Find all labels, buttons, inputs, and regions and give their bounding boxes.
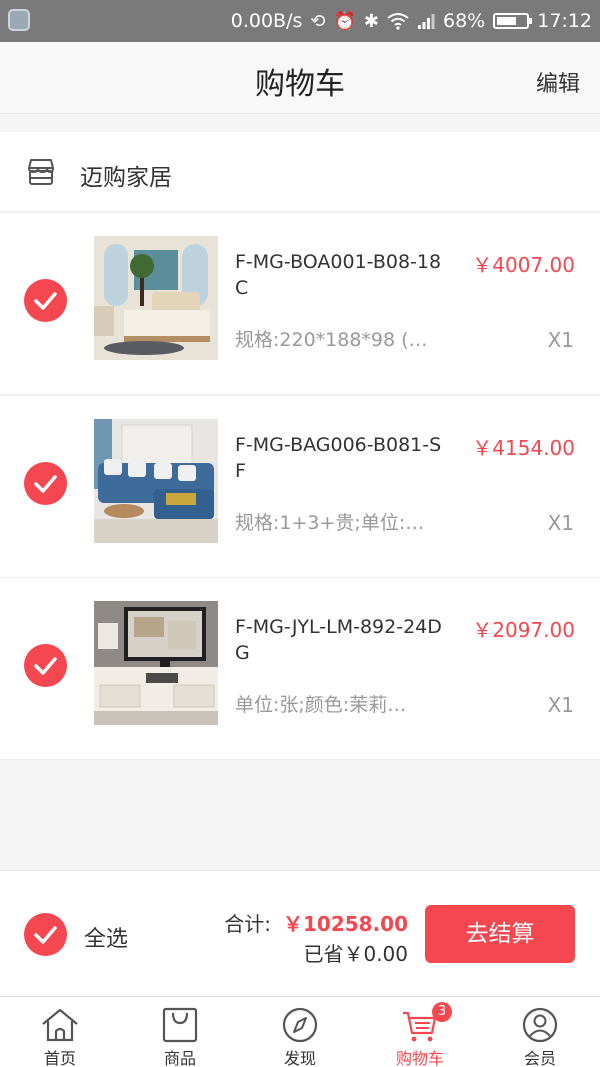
checkout-button[interactable]: 去结算 — [425, 905, 575, 963]
bluetooth-icon: ✱ — [363, 10, 379, 32]
battery-percent: 68% — [443, 10, 486, 32]
product-name[interactable]: F-MG-JYL-LM-892-24DG — [235, 614, 445, 666]
checkmark-icon — [34, 475, 57, 493]
user-icon — [522, 1007, 558, 1043]
item-checkbox[interactable] — [24, 462, 67, 505]
page-title: 购物车 — [255, 67, 345, 102]
checkout-bar: 全选 合计: ￥10258.00 已省￥0.00 去结算 — [0, 870, 600, 996]
tab-discover[interactable]: 发现 — [240, 997, 360, 1067]
home-icon — [42, 1008, 78, 1042]
edit-button[interactable]: 编辑 — [536, 66, 580, 98]
tab-label: 购物车 — [395, 1049, 444, 1067]
tab-label: 首页 — [43, 1049, 76, 1067]
product-price: ￥4007.00 — [472, 253, 575, 277]
wifi-icon — [387, 13, 409, 30]
product-quantity: X1 — [547, 328, 574, 352]
cart-item[interactable]: F-MG-JYL-LM-892-24DG ￥2097.00 单位:张;颜色:茉莉… — [0, 578, 600, 760]
product-image[interactable] — [94, 601, 218, 725]
tab-label: 商品 — [163, 1049, 196, 1067]
total-amount: ￥10258.00 — [282, 912, 408, 936]
product-image[interactable] — [94, 236, 218, 360]
tab-label: 会员 — [523, 1049, 556, 1067]
network-speed: 0.00B/s — [230, 10, 303, 32]
rotation-lock-icon: ⟲ — [310, 10, 326, 32]
bottom-nav: 首页 商品 发现 3 购物车 会员 — [0, 996, 600, 1067]
signal-icon — [418, 14, 435, 29]
total-row: 合计: ￥10258.00 — [224, 908, 408, 937]
tab-member[interactable]: 会员 — [480, 997, 600, 1067]
battery-icon — [493, 13, 533, 29]
alarm-icon: ⏰ — [333, 10, 356, 32]
product-spec: 规格:1+3+贵;单位:… — [235, 512, 425, 534]
tab-products[interactable]: 商品 — [120, 997, 240, 1067]
saved-amount: 已省￥0.00 — [303, 942, 408, 966]
checkmark-icon — [34, 657, 57, 675]
product-quantity: X1 — [547, 511, 574, 535]
product-spec: 单位:张;颜色:茉莉… — [235, 694, 407, 716]
product-name[interactable]: F-MG-BOA001-B08-18C — [235, 249, 445, 301]
tab-label: 发现 — [283, 1049, 316, 1067]
select-all-checkbox[interactable] — [24, 913, 67, 956]
status-bar-right: 0.00B/s ⟲ ⏰ ✱ 68% 17:12 — [231, 0, 592, 42]
notification-app-icon — [8, 9, 30, 31]
product-image[interactable] — [94, 419, 218, 543]
app-header: 购物车 编辑 — [0, 42, 600, 114]
product-quantity: X1 — [547, 693, 574, 717]
tab-cart[interactable]: 3 购物车 — [360, 997, 480, 1067]
cart-badge: 3 — [432, 1002, 452, 1022]
select-all-label[interactable]: 全选 — [84, 921, 128, 953]
shop-name: 迈购家居 — [80, 165, 172, 191]
status-bar: 0.00B/s ⟲ ⏰ ✱ 68% 17:12 — [0, 0, 600, 42]
clock: 17:12 — [537, 10, 592, 32]
product-spec: 规格:220*188*98 (… — [235, 329, 428, 351]
product-name[interactable]: F-MG-BAG006-B081-SF — [235, 432, 445, 484]
cart-item[interactable]: F-MG-BOA001-B08-18C ￥4007.00 规格:220*188*… — [0, 213, 600, 395]
tab-home[interactable]: 首页 — [0, 997, 120, 1067]
item-checkbox[interactable] — [24, 279, 67, 322]
compass-icon — [282, 1007, 318, 1043]
checkmark-icon — [34, 926, 57, 944]
cart-item[interactable]: F-MG-BAG006-B081-SF ￥4154.00 规格:1+3+贵;单位… — [0, 396, 600, 578]
item-checkbox[interactable] — [24, 644, 67, 687]
store-icon — [28, 159, 54, 185]
total-label: 合计: — [224, 912, 271, 936]
shop-header[interactable]: 迈购家居 — [0, 132, 600, 212]
shopping-bag-icon — [162, 1007, 198, 1043]
product-price: ￥4154.00 — [472, 436, 575, 460]
product-price: ￥2097.00 — [472, 618, 575, 642]
checkmark-icon — [34, 292, 57, 310]
